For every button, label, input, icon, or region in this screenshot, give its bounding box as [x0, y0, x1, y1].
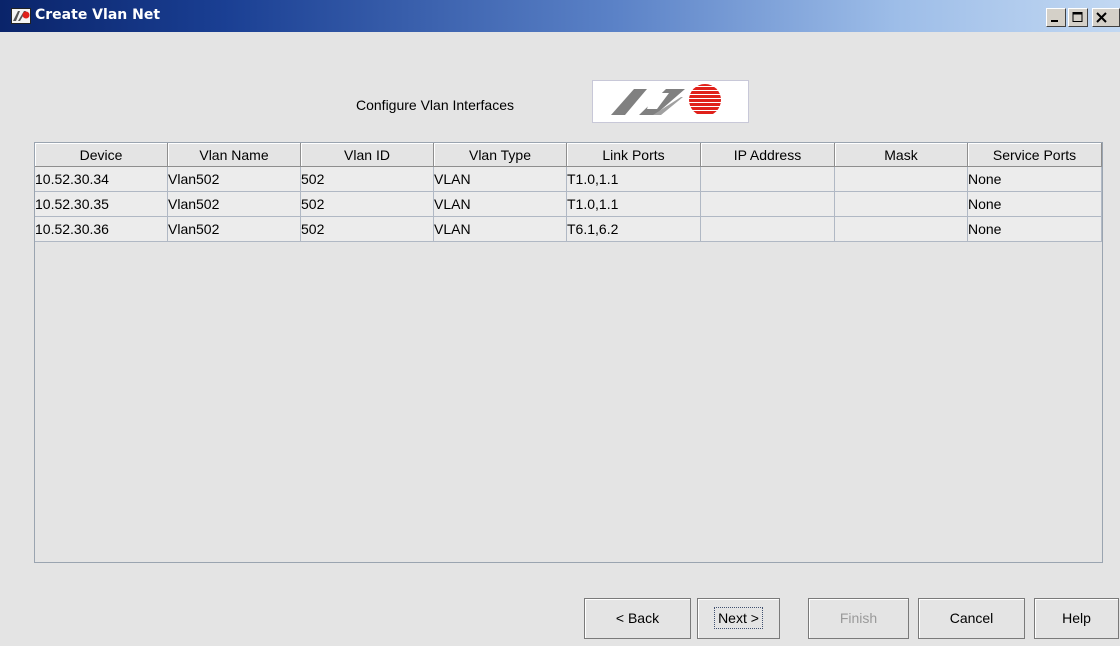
column-header-mask[interactable]: Mask: [835, 143, 968, 167]
cell-device[interactable]: 10.52.30.35: [35, 192, 168, 217]
vlan-interfaces-table[interactable]: Device Vlan Name Vlan ID Vlan Type Link …: [34, 142, 1103, 563]
cell-mask[interactable]: [835, 192, 968, 217]
table-row[interactable]: 10.52.30.34 Vlan502 502 VLAN T1.0,1.1 No…: [35, 167, 1102, 192]
help-button-label: Help: [1062, 610, 1091, 626]
finish-button-label: Finish: [839, 610, 878, 626]
column-header-service-ports[interactable]: Service Ports: [968, 143, 1102, 167]
window-title: Create Vlan Net: [35, 7, 161, 23]
cell-device[interactable]: 10.52.30.36: [35, 217, 168, 242]
column-header-vlan-name[interactable]: Vlan Name: [168, 143, 301, 167]
cell-vlan-name[interactable]: Vlan502: [168, 192, 301, 217]
app-icon[interactable]: [11, 8, 31, 24]
cell-service-ports[interactable]: None: [968, 192, 1102, 217]
cell-mask[interactable]: [835, 217, 968, 242]
cancel-button-label: Cancel: [949, 610, 994, 626]
column-header-vlan-id[interactable]: Vlan ID: [301, 143, 434, 167]
title-bar: Create Vlan Net: [0, 0, 1120, 32]
table-header: Device Vlan Name Vlan ID Vlan Type Link …: [35, 143, 1102, 167]
cell-vlan-id[interactable]: 502: [301, 167, 434, 192]
cancel-button[interactable]: Cancel: [918, 598, 1025, 639]
cell-ip-address[interactable]: [701, 167, 835, 192]
cell-link-ports[interactable]: T6.1,6.2: [567, 217, 701, 242]
cell-link-ports[interactable]: T1.0,1.1: [567, 192, 701, 217]
column-header-device[interactable]: Device: [35, 143, 168, 167]
maximize-icon[interactable]: [1068, 8, 1088, 27]
cell-vlan-type[interactable]: VLAN: [434, 167, 567, 192]
cell-vlan-name[interactable]: Vlan502: [168, 217, 301, 242]
back-button[interactable]: < Back: [584, 598, 691, 639]
table-row[interactable]: 10.52.30.35 Vlan502 502 VLAN T1.0,1.1 No…: [35, 192, 1102, 217]
column-header-link-ports[interactable]: Link Ports: [567, 143, 701, 167]
minimize-icon[interactable]: [1046, 8, 1066, 27]
cell-ip-address[interactable]: [701, 217, 835, 242]
cell-vlan-id[interactable]: 502: [301, 192, 434, 217]
cell-mask[interactable]: [835, 167, 968, 192]
cell-vlan-type[interactable]: VLAN: [434, 192, 567, 217]
next-button[interactable]: Next >: [697, 598, 780, 639]
next-button-label: Next >: [714, 607, 763, 629]
cell-vlan-name[interactable]: Vlan502: [168, 167, 301, 192]
back-button-label: < Back: [615, 610, 660, 626]
column-header-ip-address[interactable]: IP Address: [701, 143, 835, 167]
cell-service-ports[interactable]: None: [968, 167, 1102, 192]
cell-vlan-type[interactable]: VLAN: [434, 217, 567, 242]
cell-ip-address[interactable]: [701, 192, 835, 217]
cell-service-ports[interactable]: None: [968, 217, 1102, 242]
cell-link-ports[interactable]: T1.0,1.1: [567, 167, 701, 192]
cell-vlan-id[interactable]: 502: [301, 217, 434, 242]
table-row[interactable]: 10.52.30.36 Vlan502 502 VLAN T6.1,6.2 No…: [35, 217, 1102, 242]
close-icon[interactable]: [1092, 8, 1120, 27]
cell-device[interactable]: 10.52.30.34: [35, 167, 168, 192]
finish-button[interactable]: Finish: [808, 598, 909, 639]
allied-telesis-logo: [592, 80, 749, 123]
page-title: Configure Vlan Interfaces: [356, 97, 514, 113]
column-header-vlan-type[interactable]: Vlan Type: [434, 143, 567, 167]
help-button[interactable]: Help: [1034, 598, 1119, 639]
